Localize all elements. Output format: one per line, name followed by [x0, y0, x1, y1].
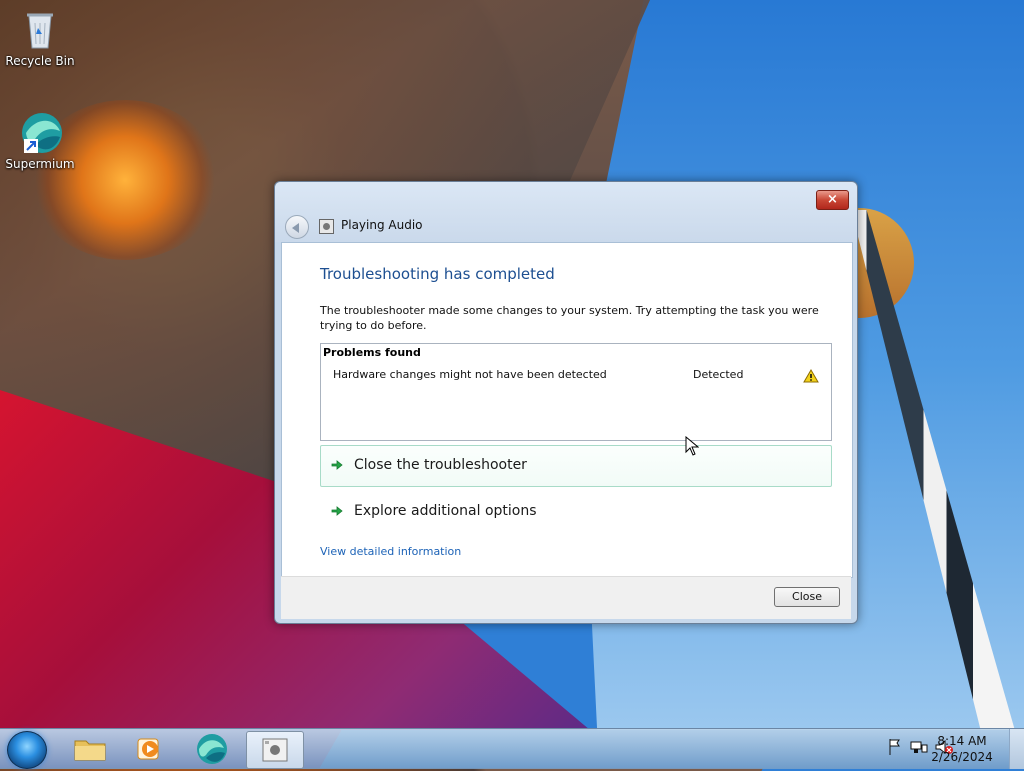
explore-options-option[interactable]: Explore additional options	[320, 491, 832, 533]
show-desktop-button[interactable]	[1009, 729, 1024, 769]
green-arrow-icon	[331, 506, 343, 516]
troubleshooting-headline: Troubleshooting has completed	[320, 265, 555, 283]
supermium-icon	[18, 111, 62, 155]
taskbar: 8:14 AM 2/26/2024	[0, 728, 1024, 769]
desktop-icon-recycle-bin[interactable]: Recycle Bin	[0, 8, 80, 68]
troubleshooter-icon[interactable]	[246, 731, 304, 769]
start-orb-icon[interactable]	[7, 731, 47, 769]
problem-status: Detected	[693, 368, 744, 381]
dialog-footer: Close	[281, 576, 851, 619]
green-arrow-icon	[331, 460, 343, 470]
problems-found-table: Problems found Hardware changes might no…	[320, 343, 832, 441]
desktop-icon-label: Supermium	[5, 157, 75, 171]
close-button[interactable]: Close	[774, 587, 840, 607]
warning-icon	[803, 369, 819, 383]
audio-troubleshooter-icon	[319, 219, 334, 234]
supermium-icon[interactable]	[184, 731, 240, 767]
mouse-cursor-icon	[685, 436, 699, 456]
troubleshooting-description: The troubleshooter made some changes to …	[320, 304, 819, 332]
dialog-titlebar	[275, 182, 857, 242]
dialog-title: Playing Audio	[341, 218, 423, 232]
media-player-icon[interactable]	[122, 731, 178, 767]
problem-description: Hardware changes might not have been det…	[333, 368, 607, 381]
back-button[interactable]	[285, 215, 309, 239]
problem-row[interactable]: Hardware changes might not have been det…	[333, 368, 823, 384]
close-troubleshooter-option[interactable]: Close the troubleshooter	[320, 445, 832, 487]
recycle-bin-icon	[18, 8, 62, 52]
taskbar-clock[interactable]: 8:14 AM 2/26/2024	[922, 733, 1002, 765]
desktop-icon-supermium[interactable]: Supermium	[0, 111, 80, 171]
file-explorer-icon[interactable]	[62, 731, 118, 767]
clock-time: 8:14 AM	[937, 734, 987, 748]
clock-date: 2/26/2024	[931, 750, 993, 764]
troubleshooter-dialog: × Playing Audio Troubleshooting has comp…	[274, 181, 858, 624]
dialog-content: Troubleshooting has completed The troubl…	[281, 242, 853, 578]
desktop-icon-label: Recycle Bin	[5, 54, 75, 68]
view-detailed-information-link[interactable]: View detailed information	[320, 545, 461, 558]
close-troubleshooter-label: Close the troubleshooter	[354, 457, 527, 473]
problems-found-header: Problems found	[323, 346, 421, 359]
action-center-flag-icon[interactable]	[889, 739, 900, 755]
close-icon[interactable]: ×	[816, 190, 849, 210]
explore-options-label: Explore additional options	[354, 503, 537, 519]
